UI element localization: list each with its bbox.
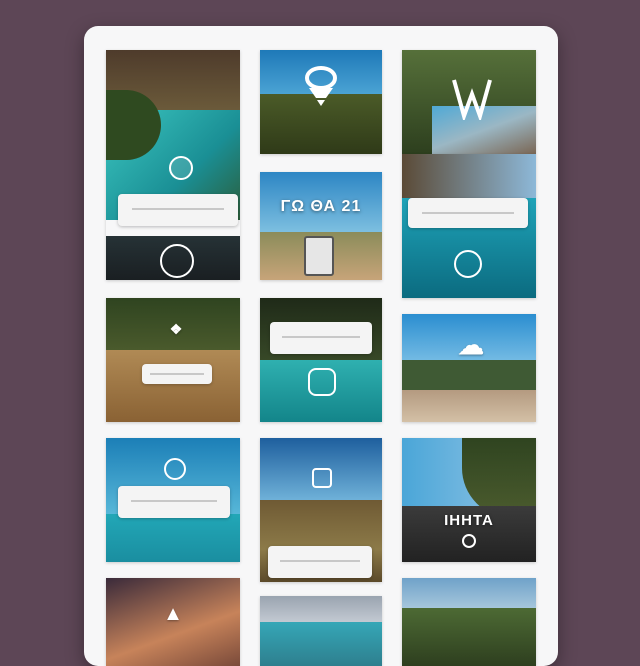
- tile-road: [402, 390, 536, 422]
- tile-text-bar: [118, 486, 230, 518]
- gallery-tile-city-beach[interactable]: [260, 596, 382, 666]
- gallery-tile-hills-green[interactable]: [402, 578, 536, 666]
- circle-logo-icon: [160, 244, 194, 278]
- location-pin-icon: [169, 156, 193, 180]
- circle-logo-icon: [462, 534, 476, 548]
- circle-logo-icon: [164, 458, 186, 480]
- badge-icon: ❖: [169, 321, 183, 337]
- gallery-tile-bridge-forest[interactable]: [402, 50, 536, 154]
- cloud-icon: ☁: [458, 330, 484, 360]
- tile-water: [260, 622, 382, 666]
- gallery-tile-rock-sunset[interactable]: ▲: [106, 578, 240, 666]
- gallery-panel: ΓΩ ΘΑ 21 ❖ ☁ IHHTA ▲: [84, 26, 558, 666]
- tile-caption: IHHTA: [444, 512, 494, 529]
- gallery-tile-valley-sky[interactable]: [260, 438, 382, 582]
- gallery-tile-dry-field[interactable]: ❖: [106, 298, 240, 422]
- tile-text-bar: [268, 546, 372, 578]
- gallery-tile-road-vehicle[interactable]: ΓΩ ΘΑ 21: [260, 172, 382, 280]
- gallery-tile-highway-trees[interactable]: IHHTA: [402, 438, 536, 562]
- gallery-tile-lagoon-water[interactable]: [402, 154, 536, 298]
- gallery-tile-coast-road[interactable]: ☁: [402, 314, 536, 422]
- route-icon: [308, 368, 336, 396]
- monument-icon: ▲: [163, 603, 183, 625]
- tile-hills: [402, 608, 536, 666]
- tile-text-bar: [118, 194, 238, 226]
- tile-field: [106, 350, 240, 422]
- w-logo-icon: [450, 76, 494, 123]
- gallery-tile-ocean[interactable]: [106, 438, 240, 562]
- gallery-tile-pool-resort[interactable]: [106, 50, 240, 280]
- tile-text-bar: [270, 322, 372, 354]
- gallery-tile-hill-sky[interactable]: [260, 50, 382, 154]
- vehicle-shape: [304, 236, 334, 276]
- tile-hills: [402, 360, 536, 390]
- tile-text-bar: [142, 364, 212, 384]
- photo-icon: [312, 468, 332, 488]
- circle-logo-icon: [454, 250, 482, 278]
- ice-cream-icon: [304, 66, 338, 106]
- tile-sea: [106, 514, 240, 562]
- gallery-tile-water-pool[interactable]: [260, 298, 382, 422]
- tile-caption: ΓΩ ΘΑ 21: [280, 198, 362, 215]
- tile-sky: [402, 154, 536, 198]
- tile-text-bar: [408, 198, 528, 228]
